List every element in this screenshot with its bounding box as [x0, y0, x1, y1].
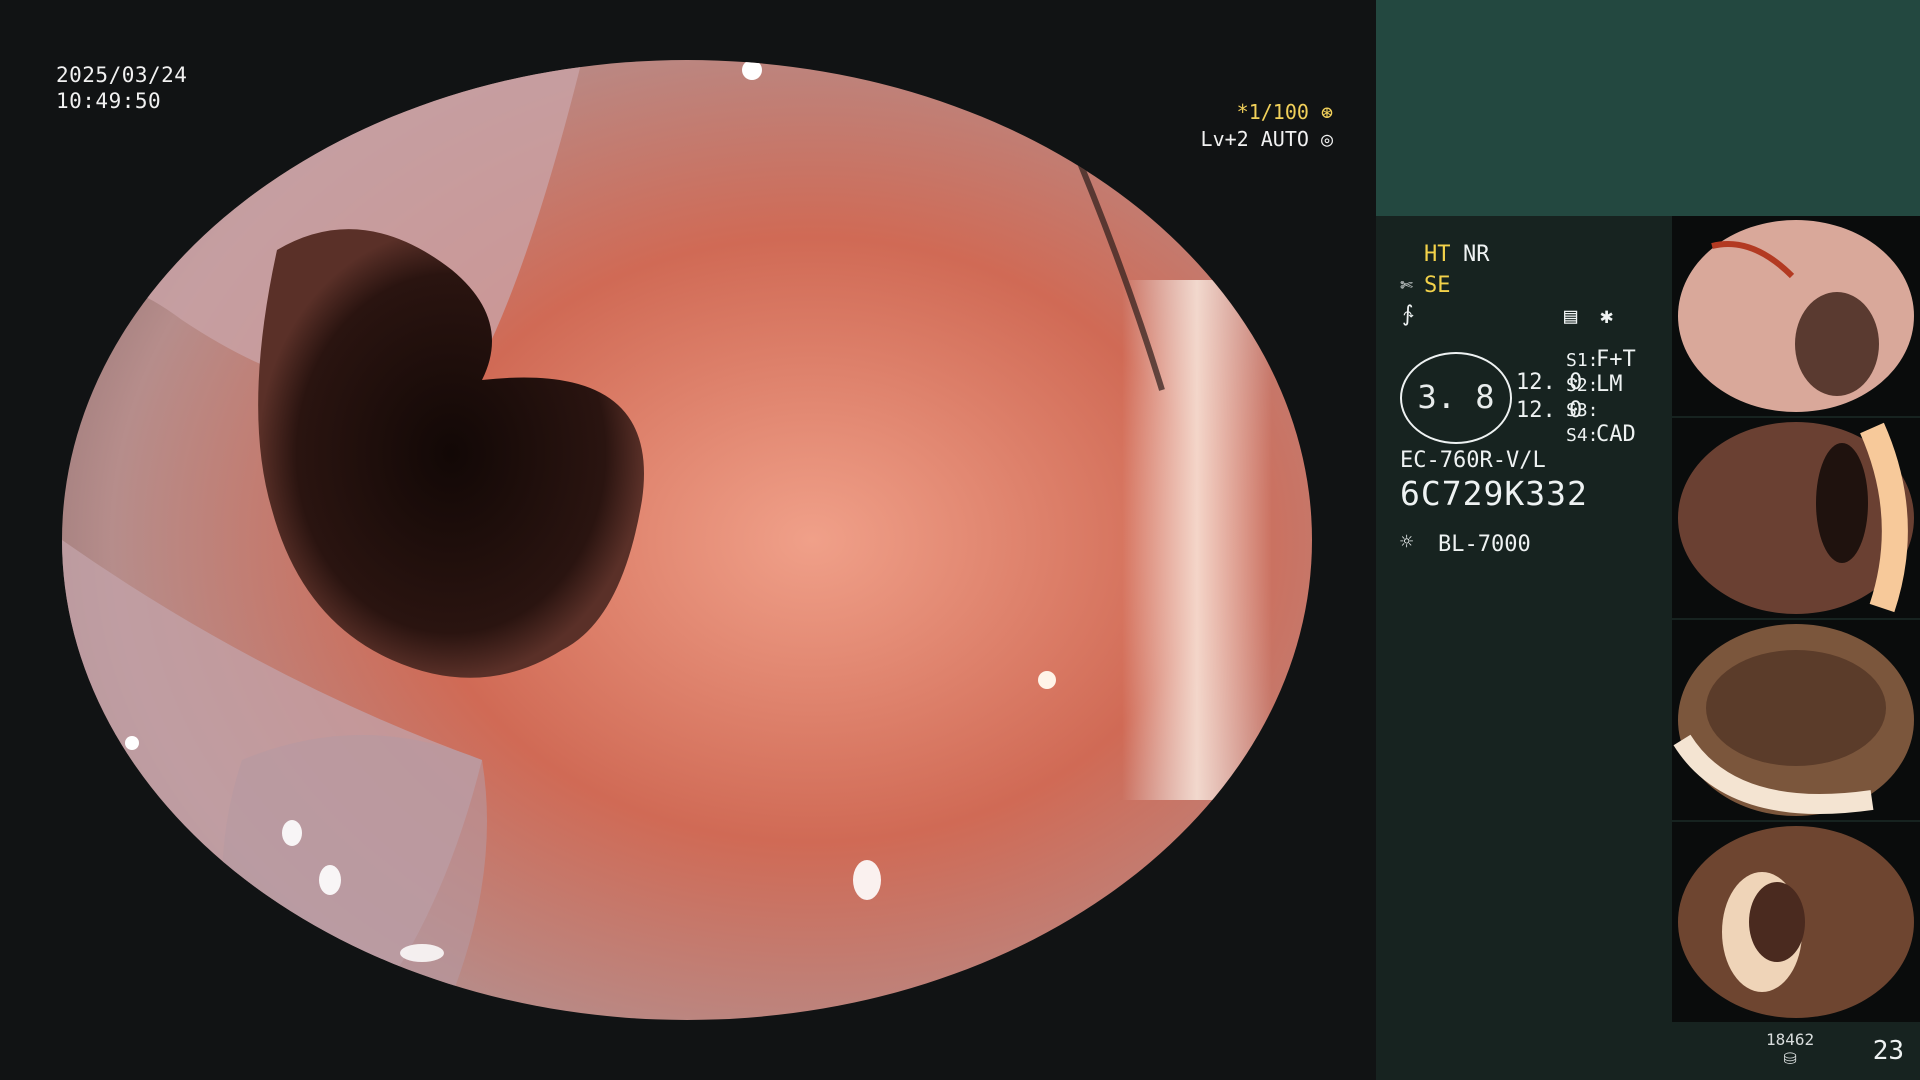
scissors-icon: ✄ — [1400, 273, 1414, 298]
thumbnail-3[interactable] — [1672, 620, 1920, 820]
zoom-text: *1/100 — [1236, 100, 1309, 124]
timestamp: 2025/03/24 10:49:50 — [56, 62, 187, 114]
mode-ht: HT — [1424, 242, 1451, 267]
sun-icon: ☼ — [1400, 530, 1414, 555]
s1-label: S1: — [1566, 350, 1599, 371]
s3-label: S3: — [1566, 400, 1599, 421]
s2-label: S2: — [1566, 375, 1599, 396]
brightness-value: 3. 8 — [1417, 378, 1495, 416]
s4-label: S4: — [1566, 425, 1599, 446]
thumbnail-1[interactable] — [1672, 216, 1920, 416]
thumbnail-4[interactable] — [1672, 822, 1920, 1022]
mode-se: SE — [1424, 273, 1451, 298]
thumbnail-2[interactable] — [1672, 418, 1920, 618]
time-text: 10:49:50 — [56, 89, 162, 113]
scope-model: EC-760R-V/L — [1400, 448, 1546, 473]
date-text: 2025/03/24 — [56, 63, 188, 87]
image-counter: 23 — [1872, 1036, 1904, 1066]
wave-icon: ∱ — [1402, 302, 1414, 327]
level-indicator: Lv+2 AUTO ◎ — [1201, 127, 1333, 151]
aperture-icon: ⊛ — [1320, 100, 1333, 124]
stack-counter: 18462 ⛁ — [1766, 1030, 1814, 1068]
s4-value: CAD — [1596, 422, 1636, 447]
zoom-indicator: *1/100 ⊛ — [1237, 100, 1333, 124]
iris-icon: ◎ — [1320, 127, 1333, 151]
stack-count: 18462 — [1766, 1030, 1815, 1049]
scope-serial: 6C729K332 — [1400, 474, 1588, 513]
panel-header-area — [1376, 0, 1920, 216]
memo-icon: ▤ — [1564, 304, 1578, 329]
brightness-gauge: 3. 8 — [1400, 352, 1512, 444]
level-text: Lv+2 AUTO — [1200, 127, 1309, 151]
endoscopic-image — [62, 60, 1312, 1020]
light-source: BL-7000 — [1438, 532, 1531, 557]
stack-icon: ⛁ — [1783, 1049, 1797, 1068]
s1-value: F+T — [1596, 347, 1636, 372]
s2-value: LM — [1596, 372, 1623, 397]
endoscope-view: 2025/03/24 10:49:50 *1/100 ⊛ Lv+2 AUTO ◎ — [0, 0, 1376, 1080]
asterisk-icon: ✱ — [1600, 304, 1614, 329]
mode-nr: NR — [1463, 242, 1490, 267]
thumbnail-strip — [1672, 216, 1920, 1024]
